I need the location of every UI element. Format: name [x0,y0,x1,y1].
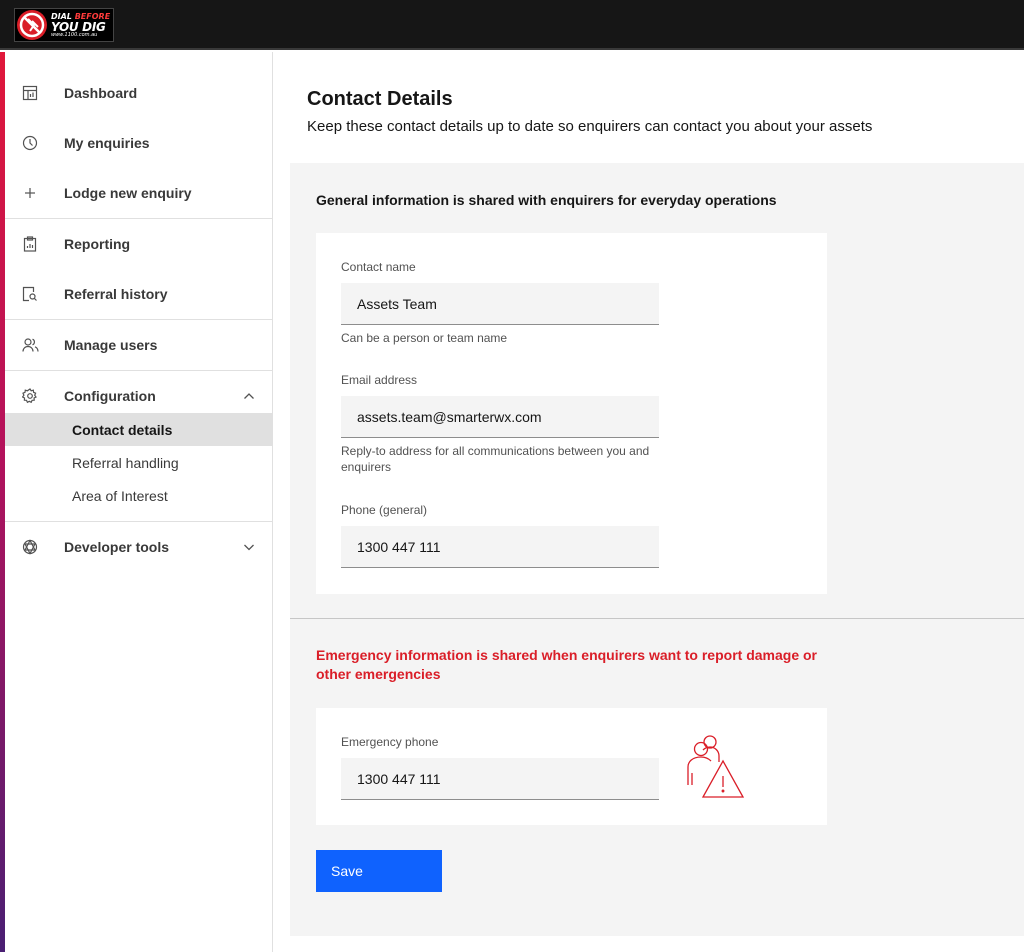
gear-icon [21,387,39,405]
sidebar-item-label: Lodge new enquiry [64,185,192,201]
sidebar-item-label: Dashboard [64,85,138,101]
plus-icon [21,184,39,202]
sidebar-item-developer-tools[interactable]: Developer tools [5,522,272,572]
emergency-info-heading: Emergency information is shared when enq… [316,647,817,682]
nav-group-configuration: Configuration Contact details Referral h… [5,371,272,522]
logo-wordmark: DIAL BEFORE YOU DIG www.1100.com.au [51,11,111,38]
sidebar-item-reporting[interactable]: Reporting [5,219,272,269]
contact-name-label: Contact name [341,260,416,274]
sidebar-item-manage-users[interactable]: Manage users [5,320,272,370]
sidebar-subitem-label: Area of Interest [72,487,168,504]
nav-group-developer: Developer tools [5,522,272,572]
sidebar-subitem-label: Contact details [72,421,173,438]
dashboard-icon [21,84,39,102]
emergency-phone-label: Emergency phone [341,735,439,749]
clipboard-icon [21,235,39,253]
contact-name-helper: Can be a person or team name [341,331,508,345]
top-bar: DIAL BEFORE YOU DIG www.1100.com.au [0,0,1024,50]
sidebar-item-label: Referral history [64,286,168,302]
sidebar: Dashboard My enquiries Lodge new enquiry… [5,52,273,952]
clock-icon [21,134,39,152]
document-search-icon [21,285,39,303]
nav-group-users: Manage users [5,320,272,371]
sidebar-item-referral-history[interactable]: Referral history [5,269,272,319]
dial-before-you-dig-logo[interactable]: DIAL BEFORE YOU DIG www.1100.com.au [14,8,114,42]
chevron-up-icon[interactable] [242,389,256,403]
developer-icon [21,538,39,556]
page-title: Contact Details [307,88,453,110]
general-info-heading: General information is shared with enqui… [316,192,777,208]
chevron-down-icon[interactable] [242,540,256,554]
sidebar-item-lodge-new-enquiry[interactable]: Lodge new enquiry [5,168,272,218]
email-label: Email address [341,373,418,387]
contact-name-input[interactable] [341,283,659,325]
sidebar-subitem-label: Referral handling [72,454,179,471]
sidebar-item-my-enquiries[interactable]: My enquiries [5,118,272,168]
sidebar-item-label: Developer tools [64,539,170,555]
sidebar-item-label: Reporting [64,236,131,252]
sidebar-item-label: Manage users [64,337,158,353]
sidebar-item-label: My enquiries [64,135,150,151]
sidebar-item-label: Configuration [64,388,156,404]
general-info-card: Contact name Can be a person or team nam… [316,233,827,594]
sidebar-subitem-contact-details[interactable]: Contact details [5,413,272,446]
phone-general-input[interactable] [341,526,659,568]
main-content: Contact Details Keep these contact detai… [274,52,1024,952]
users-icon [21,336,39,354]
sidebar-subitem-area-of-interest[interactable]: Area of Interest [5,479,272,512]
sidebar-item-dashboard[interactable]: Dashboard [5,68,272,118]
no-dig-icon [17,10,47,40]
email-helper: Reply-to address for all communications … [341,444,650,474]
sidebar-subitem-referral-handling[interactable]: Referral handling [5,446,272,479]
nav-group-main: Dashboard My enquiries Lodge new enquiry [5,52,272,219]
save-button[interactable]: Save [316,850,442,892]
emergency-phone-input[interactable] [341,758,659,800]
emergency-info-card: Emergency phone [316,708,827,825]
contact-details-panel: General information is shared with enqui… [290,163,1024,936]
phone-general-label: Phone (general) [341,503,428,517]
people-warning-icon [684,733,752,806]
nav-group-reports: Reporting Referral history [5,219,272,320]
page-subtitle: Keep these contact details up to date so… [307,118,873,135]
email-input[interactable] [341,396,659,438]
section-divider [290,618,1024,619]
